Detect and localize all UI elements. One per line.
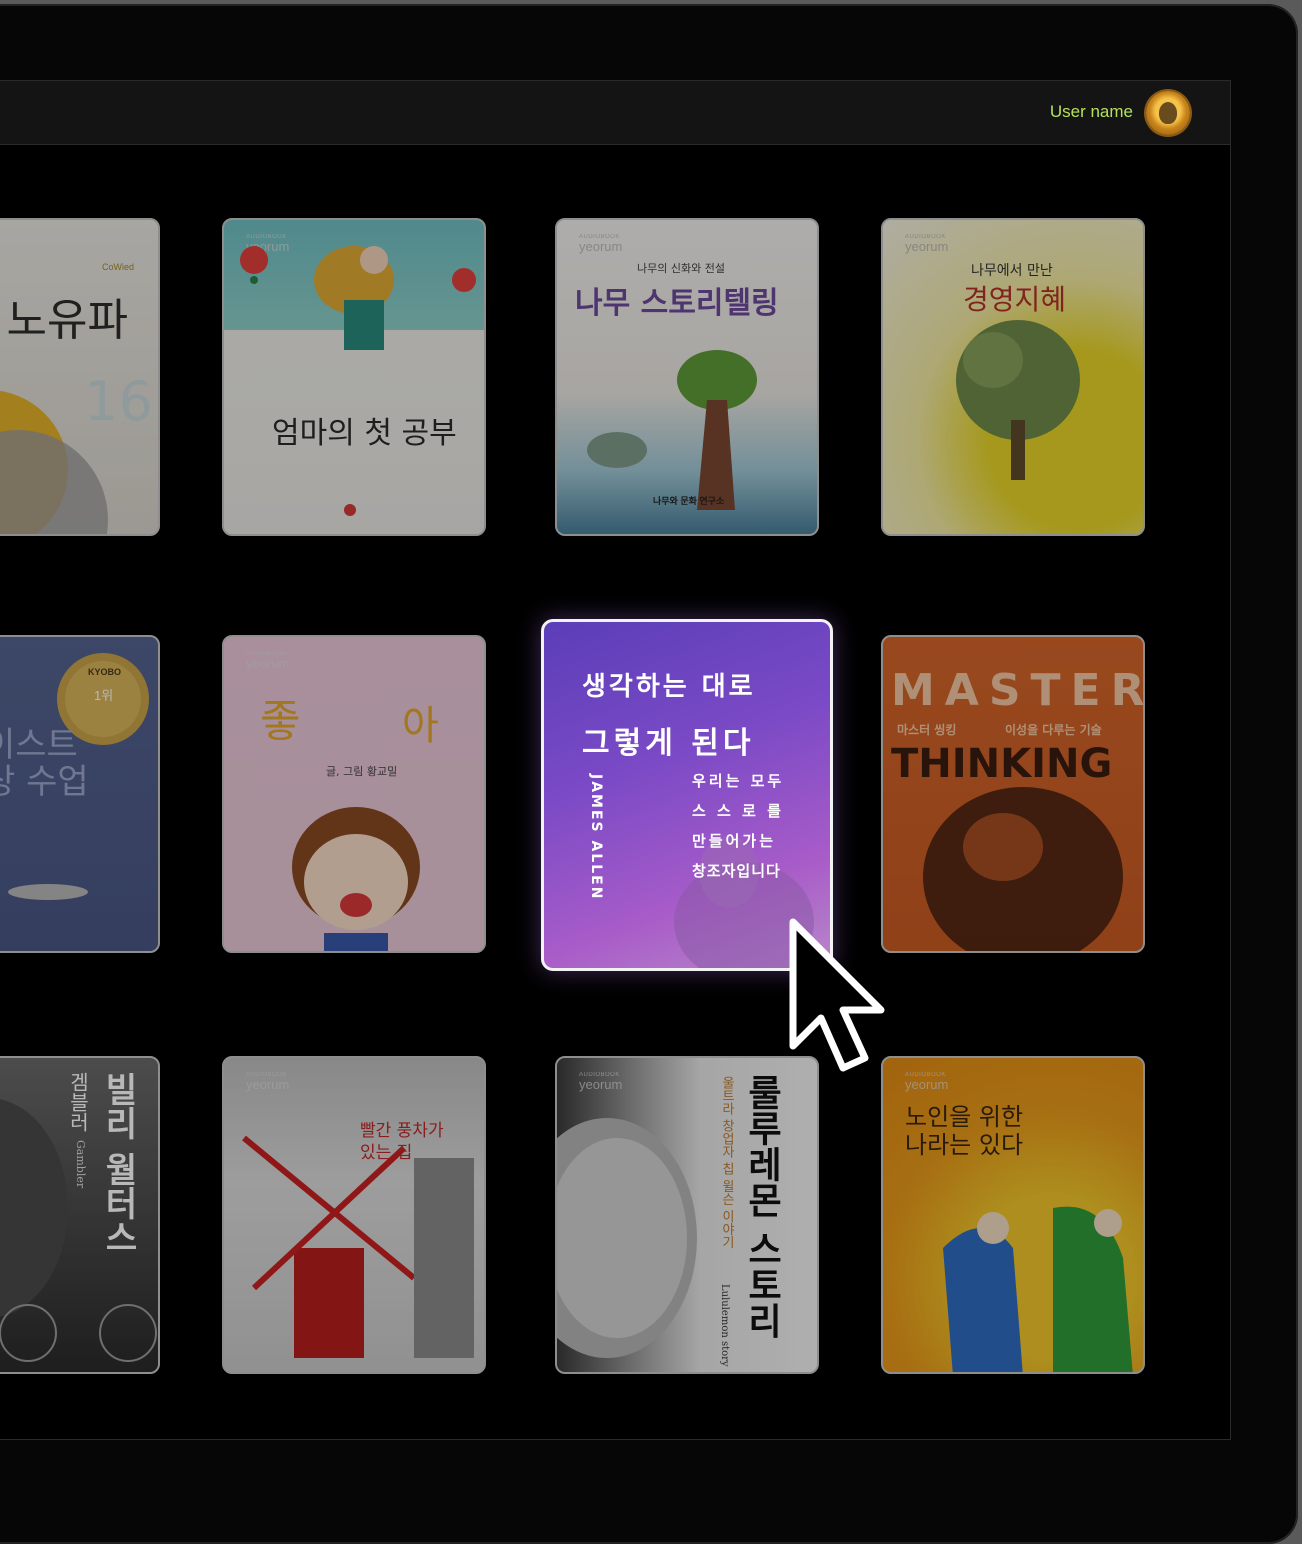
book-card-5[interactable]: KYOBO 1위 이스트 상 수업 (0, 635, 160, 953)
book-11-sub-en: Lululemon story (719, 1284, 730, 1367)
book-5-badge-top: KYOBO (88, 667, 122, 677)
book-card-4[interactable]: AUDIOBOOK yeorum 나무에서 만난 경영지혜 (881, 218, 1145, 536)
book-11-sub: 울트라 창업자 칩 윌슨 이야기 (719, 1076, 734, 1249)
top-bar: User name (0, 81, 1230, 145)
book-6-art (292, 807, 420, 951)
book-3-footer: 나무와 문화 연구소 (653, 496, 725, 506)
book-2-title: 엄마의 첫 공부 (272, 416, 457, 451)
book-card-9[interactable]: 빌리 월터스 겜블러 Gambler (0, 1056, 160, 1374)
book-2-art (240, 246, 476, 516)
book-card-3[interactable]: AUDIOBOOK yeorum 나무의 신화와 전설 나무 스토리텔링 나무와 … (555, 218, 819, 536)
book-card-1[interactable]: 16 CoWied 노유파 (0, 218, 160, 536)
mouse-pointer-icon (789, 918, 885, 1072)
book-7-author: JAMES ALLEN (588, 774, 604, 901)
book-card-2[interactable]: AUDIOBOOK yeorum 엄마의 첫 공부 (222, 218, 486, 536)
book-5-title: 이스트 상 수업 (0, 725, 89, 803)
book-10-art (242, 1135, 474, 1358)
username-label[interactable]: User name (1050, 102, 1133, 122)
book-7-sub1: 우리는 모두 (692, 772, 785, 790)
book-7-sub4: 창조자입니다 (692, 862, 781, 880)
book-1-art: 16 (0, 370, 153, 534)
book-4-art (956, 320, 1080, 480)
book-9-title: 빌리 월터스 (98, 1072, 138, 1254)
svg-text:16: 16 (84, 370, 153, 433)
book-9-sub-en: Gambler (74, 1140, 87, 1189)
book-10-title: 빨간 풍차가 있는 집 (360, 1121, 444, 1164)
book-12-art (943, 1206, 1133, 1372)
book-1-badge: CoWied (101, 262, 134, 272)
book-1-title: 노유파 (6, 295, 128, 346)
user-avatar[interactable] (1146, 91, 1190, 135)
app-screen: User name 16 CoWied 노유파 AUDIOBOOK yeorum … (0, 80, 1231, 1440)
book-card-10[interactable]: AUDIOBOOK yeorum 빨간 풍차가 있는 집 (222, 1056, 486, 1374)
book-5-badge-rank: 1위 (94, 688, 114, 703)
book-card-6[interactable]: AUDIOBOOK yeorum 좋 아 글, 그림 황교밀 (222, 635, 486, 953)
book-7-sub2: 스 스 로 를 (692, 802, 784, 820)
book-7-title-line2: 그렇게 된다 (582, 726, 755, 761)
book-card-12[interactable]: AUDIOBOOK yeorum 노인을 위한 나라는 있다 (881, 1056, 1145, 1374)
book-8-art (923, 787, 1123, 951)
book-3-art (587, 350, 757, 510)
book-9-sub: 겜블러 (66, 1072, 90, 1132)
book-11-title: 룰루레몬 스토리 (741, 1074, 782, 1339)
book-card-11[interactable]: AUDIOBOOK yeorum 룰루레몬 스토리 울트라 창업자 칩 윌슨 이야… (555, 1056, 819, 1374)
book-7-sub3: 만들어가는 (692, 832, 777, 850)
book-card-8[interactable]: MASTER 마스터 씽킹 이성을 다루는 기술 THINKING (881, 635, 1145, 953)
book-7-title-line1: 생각하는 대로 (582, 672, 756, 702)
avatar-face (1159, 102, 1177, 124)
